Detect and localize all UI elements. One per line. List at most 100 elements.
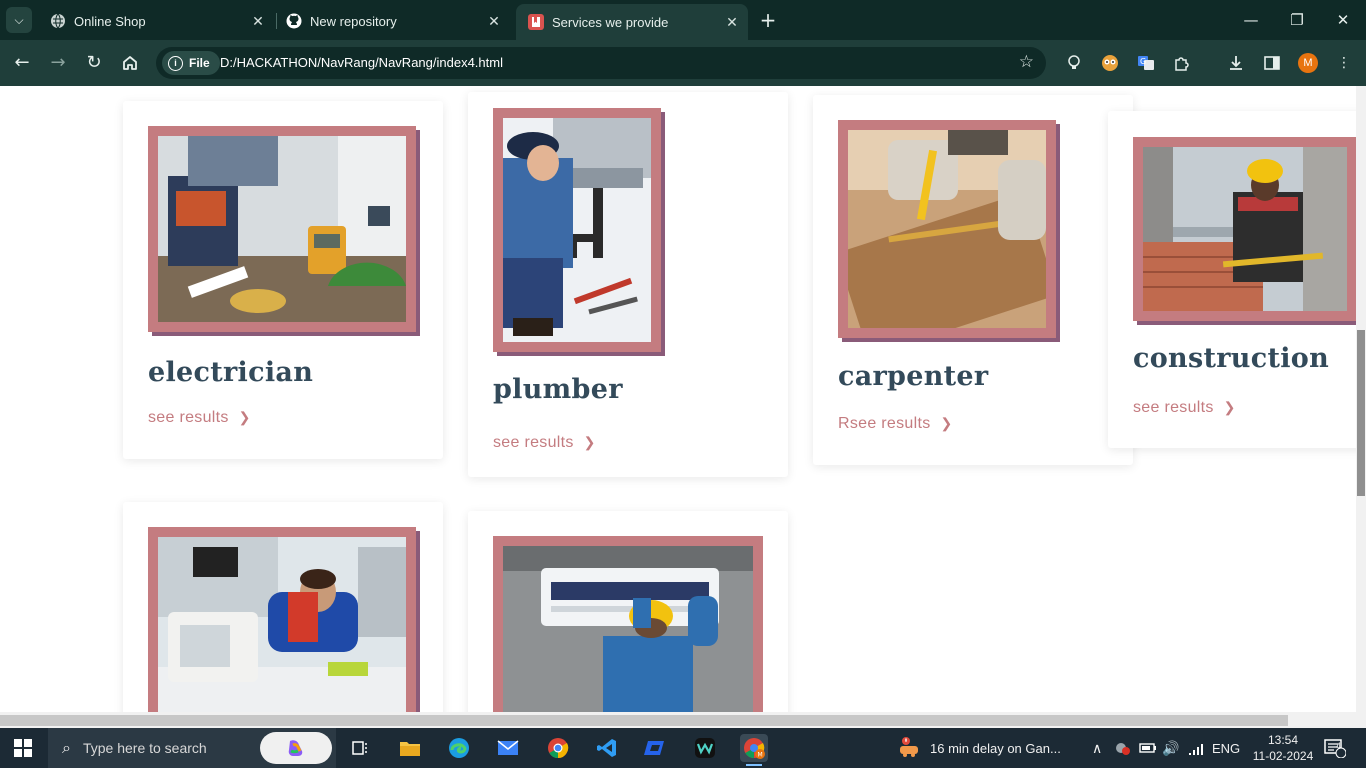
service-image-frame: [148, 527, 416, 712]
see-results-label: Rsee results: [838, 415, 931, 432]
network-warning-icon[interactable]: [1114, 728, 1132, 768]
see-results-link[interactable]: see results ❯: [493, 434, 596, 452]
home-button[interactable]: [118, 51, 142, 75]
arrow-right-icon: →: [50, 52, 66, 73]
service-card-ac-repair: [468, 511, 788, 712]
tab-online-shop[interactable]: Online Shop ✕: [38, 6, 274, 36]
notification-center-icon[interactable]: 4: [1324, 728, 1346, 768]
appliance-repair-photo: [158, 537, 406, 712]
horizontal-scroll-thumb[interactable]: [0, 715, 1288, 726]
chevron-right-icon: ❯: [940, 415, 953, 431]
horizontal-scrollbar[interactable]: [0, 712, 1366, 728]
edge-browser-icon[interactable]: [445, 734, 473, 762]
download-icon[interactable]: [1226, 53, 1246, 73]
see-results-label: see results: [493, 434, 574, 451]
clock-date: 11-02-2024: [1252, 749, 1314, 763]
chrome-profile-icon[interactable]: M: [740, 734, 768, 766]
chevron-right-icon: ❯: [1223, 399, 1236, 415]
service-card-construction: construction see results ❯: [1108, 111, 1356, 448]
service-card-electrician: electrician see results ❯: [123, 101, 443, 459]
vertical-scrollbar[interactable]: [1356, 86, 1366, 712]
translate-extension-icon[interactable]: G: [1136, 53, 1156, 73]
chevron-up-icon[interactable]: ∧: [1092, 728, 1102, 768]
svg-text:M: M: [758, 752, 763, 759]
tab-title: Online Shop: [74, 13, 146, 29]
svg-text:G: G: [1140, 57, 1146, 66]
tab-title: Services we provide: [552, 14, 669, 30]
service-image-frame: [493, 108, 661, 352]
github-icon: [286, 13, 302, 29]
url-text[interactable]: D:/HACKATHON/NavRang/NavRang/index4.html: [220, 55, 503, 70]
profile-avatar[interactable]: M: [1298, 53, 1318, 73]
menu-kebab-icon[interactable]: ⋮: [1334, 53, 1354, 73]
webex-icon[interactable]: [691, 734, 719, 762]
traffic-alert-icon: [900, 737, 918, 757]
close-tab-icon[interactable]: ✕: [248, 13, 268, 30]
copilot-icon[interactable]: [260, 732, 332, 764]
input-language[interactable]: ENG: [1212, 728, 1240, 768]
tab-services-we-provide[interactable]: Services we provide ✕: [516, 4, 748, 40]
close-tab-icon[interactable]: ✕: [722, 14, 742, 31]
service-image-frame: [148, 126, 416, 332]
service-image-frame: [838, 120, 1056, 338]
clock-time: 13:54: [1267, 733, 1299, 747]
notification-count: 4: [1336, 741, 1342, 751]
site-info-label: File: [189, 56, 210, 70]
file-explorer-icon[interactable]: [396, 734, 424, 762]
weather-widget[interactable]: 16 min delay on Gan...: [898, 728, 1061, 768]
task-view-icon[interactable]: [346, 734, 374, 762]
volume-icon[interactable]: 🔊: [1162, 728, 1179, 768]
home-icon: [123, 56, 137, 70]
chrome-icon[interactable]: [544, 734, 572, 762]
chevron-right-icon: ❯: [583, 434, 596, 450]
see-results-link[interactable]: see results ❯: [148, 409, 251, 427]
service-title: plumber: [493, 374, 623, 405]
see-results-label: see results: [1133, 399, 1214, 416]
service-image-frame: [1133, 137, 1356, 321]
site-info-chip[interactable]: i File: [162, 51, 220, 75]
address-bar[interactable]: i File D:/HACKATHON/NavRang/NavRang/inde…: [156, 47, 1046, 79]
tab-strip: ⌵ Online Shop ✕ New repository ✕ Service…: [0, 0, 1366, 40]
chevron-right-icon: ❯: [238, 409, 251, 425]
weather-text: 16 min delay on Gan...: [930, 740, 1061, 756]
tab-new-repository[interactable]: New repository ✕: [274, 6, 510, 36]
close-tab-icon[interactable]: ✕: [484, 13, 504, 30]
vscode-icon[interactable]: [593, 734, 621, 762]
services-page: electrician see results ❯ plumber see re…: [0, 86, 1356, 712]
info-icon: i: [168, 55, 183, 71]
windows-start-icon[interactable]: [14, 739, 32, 757]
see-results-link[interactable]: see results ❯: [1133, 399, 1236, 417]
back-button[interactable]: ←: [10, 51, 34, 75]
battery-icon[interactable]: [1139, 728, 1157, 768]
vertical-scroll-thumb[interactable]: [1357, 330, 1365, 496]
construction-photo: [1143, 147, 1347, 311]
extensions-puzzle-icon[interactable]: [1172, 53, 1192, 73]
app-blue-icon[interactable]: [642, 734, 670, 762]
mail-icon[interactable]: [494, 734, 522, 762]
bookmark-star-icon[interactable]: ☆: [1019, 52, 1034, 72]
service-title: electrician: [148, 357, 314, 388]
minimize-button[interactable]: —: [1236, 8, 1266, 32]
service-title: carpenter: [838, 361, 989, 392]
see-results-link[interactable]: Rsee results ❯: [838, 415, 953, 433]
reload-button[interactable]: ↻: [82, 51, 106, 75]
forward-button[interactable]: →: [46, 51, 70, 75]
system-clock[interactable]: 13:54 11-02-2024: [1248, 728, 1318, 768]
carpenter-photo: [848, 130, 1046, 328]
chevron-down-icon: ⌵: [14, 12, 24, 27]
taskbar-search-box[interactable]: ⌕ Type here to search: [48, 728, 336, 768]
owl-extension-icon[interactable]: [1100, 53, 1120, 73]
close-window-button[interactable]: ✕: [1328, 8, 1358, 32]
side-panel-icon[interactable]: [1262, 53, 1282, 73]
browser-toolbar: ← → ↻ i File D:/HACKATHON/NavRang/NavRan…: [0, 40, 1366, 86]
lightbulb-extension-icon[interactable]: [1064, 53, 1084, 73]
service-card-plumber: plumber see results ❯: [468, 92, 788, 477]
globe-icon: [50, 13, 66, 29]
arrow-left-icon: ←: [14, 52, 30, 73]
ac-repair-photo: [503, 546, 753, 712]
wifi-icon[interactable]: [1188, 728, 1204, 768]
new-tab-button[interactable]: +: [758, 9, 778, 31]
service-card-carpenter: carpenter Rsee results ❯: [813, 95, 1133, 465]
restore-button[interactable]: ❐: [1282, 8, 1312, 32]
tab-search-button[interactable]: ⌵: [6, 7, 32, 33]
